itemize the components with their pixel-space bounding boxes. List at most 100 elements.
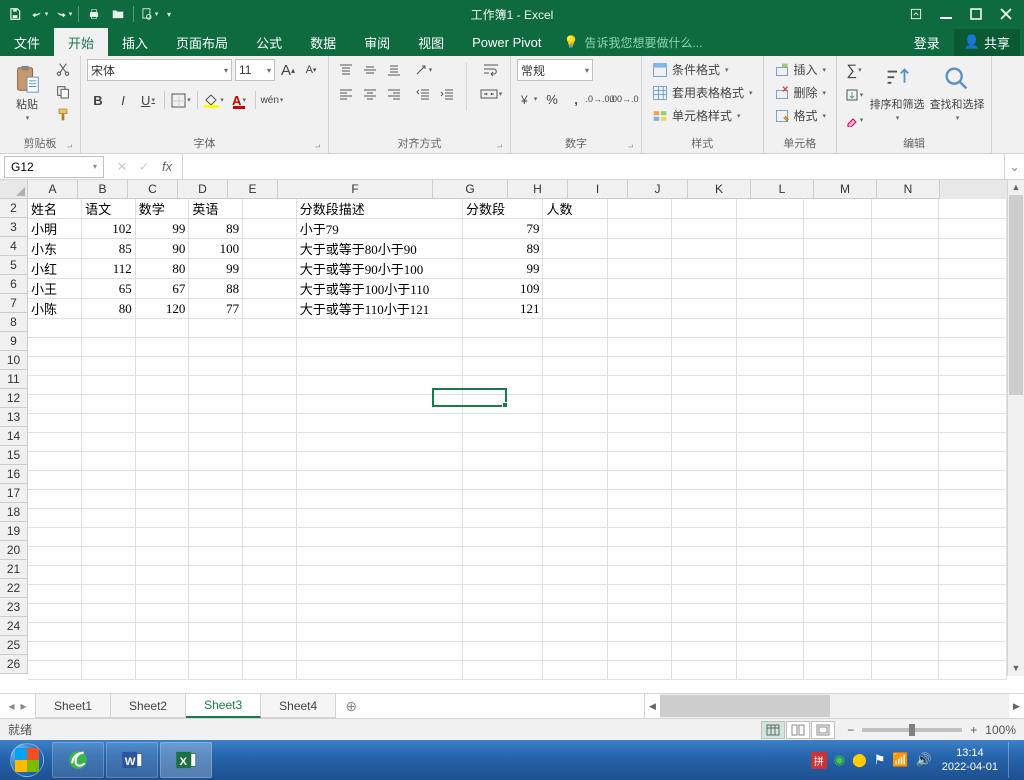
cell-C4[interactable]: 90 <box>135 239 189 259</box>
grow-font-button[interactable]: A▴ <box>278 60 298 80</box>
redo-button[interactable]: ▾ <box>52 3 74 25</box>
cell-I3[interactable] <box>607 219 671 239</box>
cell-B8[interactable] <box>82 319 136 338</box>
comma-button[interactable]: , <box>565 88 587 110</box>
cell-M9[interactable] <box>871 338 939 357</box>
scroll-left-button[interactable]: ◀ <box>645 701 660 712</box>
cell-H23[interactable] <box>543 604 607 623</box>
ribbon-options-button[interactable] <box>902 3 930 25</box>
cell-D18[interactable] <box>189 509 243 528</box>
cell-G25[interactable] <box>463 642 543 661</box>
cell-E22[interactable] <box>243 585 297 604</box>
tab-file[interactable]: 文件 <box>0 28 54 56</box>
cell-K2[interactable] <box>736 199 804 219</box>
cell-B15[interactable] <box>82 452 136 471</box>
cell-I13[interactable] <box>607 414 671 433</box>
shrink-font-button[interactable]: A▾ <box>301 60 321 80</box>
horizontal-scrollbar[interactable]: ◀ ▶ <box>644 694 1024 718</box>
row-header-14[interactable]: 14 <box>0 427 28 446</box>
cell-J12[interactable] <box>672 395 736 414</box>
cell-F2[interactable]: 分数段描述 <box>296 199 462 219</box>
cell-E2[interactable] <box>243 199 297 219</box>
row-header-10[interactable]: 10 <box>0 351 28 370</box>
fill-color-button[interactable]: ▾ <box>203 89 225 111</box>
tray-ime-icon[interactable]: 拼 <box>811 752 827 769</box>
cell-L14[interactable] <box>804 433 872 452</box>
cell-A24[interactable] <box>28 623 82 642</box>
cell-L26[interactable] <box>804 661 872 680</box>
col-header-A[interactable]: A <box>28 180 78 199</box>
cell-N6[interactable] <box>939 279 1007 299</box>
cell-D19[interactable] <box>189 528 243 547</box>
cell-C25[interactable] <box>135 642 189 661</box>
save-button[interactable] <box>4 3 26 25</box>
cell-L17[interactable] <box>804 490 872 509</box>
cell-H18[interactable] <box>543 509 607 528</box>
sheet-nav[interactable]: ◂▸ <box>0 694 36 718</box>
cell-J10[interactable] <box>672 357 736 376</box>
cell-D13[interactable] <box>189 414 243 433</box>
cell-B23[interactable] <box>82 604 136 623</box>
row-headers[interactable]: 2345678910111213141516171819202122232425… <box>0 199 28 674</box>
row-header-9[interactable]: 9 <box>0 332 28 351</box>
cell-L9[interactable] <box>804 338 872 357</box>
align-center-button[interactable] <box>359 83 381 105</box>
cell-C5[interactable]: 80 <box>135 259 189 279</box>
cancel-formula-button[interactable]: ✕ <box>112 157 132 177</box>
cell-J11[interactable] <box>672 376 736 395</box>
cell-D23[interactable] <box>189 604 243 623</box>
cell-D6[interactable]: 88 <box>189 279 243 299</box>
row-header-4[interactable]: 4 <box>0 237 28 256</box>
cell-B19[interactable] <box>82 528 136 547</box>
cell-D12[interactable] <box>189 395 243 414</box>
cell-M19[interactable] <box>871 528 939 547</box>
cell-C6[interactable]: 67 <box>135 279 189 299</box>
undo-button[interactable]: ▾ <box>28 3 50 25</box>
cell-G24[interactable] <box>463 623 543 642</box>
cell-I15[interactable] <box>607 452 671 471</box>
minimize-button[interactable] <box>932 3 960 25</box>
cell-K20[interactable] <box>736 547 804 566</box>
cell-K17[interactable] <box>736 490 804 509</box>
cell-F19[interactable] <box>296 528 462 547</box>
close-button[interactable] <box>992 3 1020 25</box>
bold-button[interactable]: B <box>87 89 109 111</box>
cell-C13[interactable] <box>135 414 189 433</box>
cell-M8[interactable] <box>871 319 939 338</box>
row-header-2[interactable]: 2 <box>0 199 28 218</box>
cell-D4[interactable]: 100 <box>189 239 243 259</box>
cell-L8[interactable] <box>804 319 872 338</box>
cell-C20[interactable] <box>135 547 189 566</box>
cell-F25[interactable] <box>296 642 462 661</box>
cell-D26[interactable] <box>189 661 243 680</box>
cell-C17[interactable] <box>135 490 189 509</box>
cell-F21[interactable] <box>296 566 462 585</box>
col-header-F[interactable]: F <box>278 180 433 199</box>
cell-J26[interactable] <box>672 661 736 680</box>
sign-in-link[interactable]: 登录 <box>904 33 950 52</box>
cell-L15[interactable] <box>804 452 872 471</box>
cell-B4[interactable]: 85 <box>82 239 136 259</box>
vertical-scrollbar[interactable]: ▲ ▼ <box>1007 180 1024 676</box>
cell-K12[interactable] <box>736 395 804 414</box>
cell-C7[interactable]: 120 <box>135 299 189 319</box>
zoom-slider[interactable] <box>862 728 962 732</box>
cell-A19[interactable] <box>28 528 82 547</box>
cell-J7[interactable] <box>672 299 736 319</box>
name-box[interactable]: G12▾ <box>4 156 104 178</box>
italic-button[interactable]: I <box>112 89 134 111</box>
col-header-L[interactable]: L <box>751 180 814 199</box>
sheet-tab-sheet4[interactable]: Sheet4 <box>261 694 336 718</box>
align-top-button[interactable] <box>335 59 357 81</box>
scroll-right-button[interactable]: ▶ <box>1009 701 1024 712</box>
cell-K23[interactable] <box>736 604 804 623</box>
cell-K18[interactable] <box>736 509 804 528</box>
cell-N22[interactable] <box>939 585 1007 604</box>
cell-C22[interactable] <box>135 585 189 604</box>
font-name-select[interactable]: 宋体▾ <box>87 59 232 81</box>
cell-K26[interactable] <box>736 661 804 680</box>
cell-D10[interactable] <box>189 357 243 376</box>
cell-B25[interactable] <box>82 642 136 661</box>
cell-G5[interactable]: 99 <box>463 259 543 279</box>
cell-F4[interactable]: 大于或等于80小于90 <box>296 239 462 259</box>
